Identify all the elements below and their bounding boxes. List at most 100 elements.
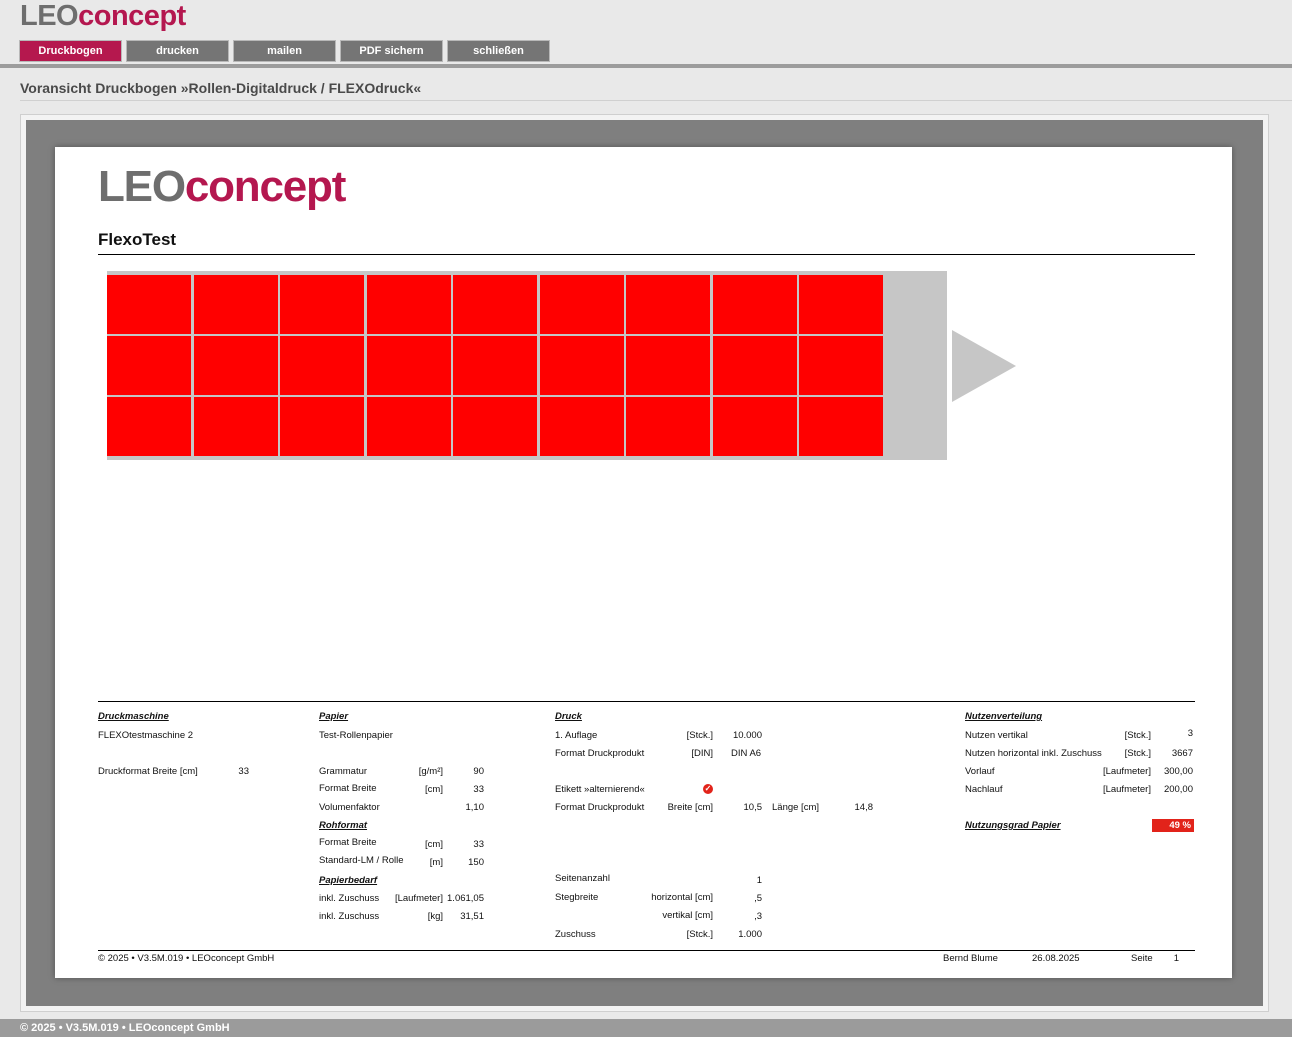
grammatur-unit: [g/m²] — [418, 766, 443, 777]
document-user: Bernd Blume — [943, 953, 998, 964]
vorlauf-value: 300,00 — [1163, 766, 1193, 777]
bedarf-laufmeter-value: 1.061,05 — [447, 893, 484, 904]
roh-format-breite-value: 33 — [473, 839, 484, 850]
seitenanzahl-value: 1 — [756, 875, 762, 886]
steg-horizontal-value: ,5 — [754, 893, 762, 904]
laenge-label: Länge [cm] — [772, 802, 819, 813]
footer-divider — [98, 950, 1195, 951]
section-druck: Druck — [555, 711, 582, 722]
nachlauf-value: 200,00 — [1163, 784, 1193, 795]
nachlauf-label: Nachlauf — [965, 784, 1003, 795]
nutzen-horizontal-label: Nutzen horizontal inkl. Zuschuss — [965, 748, 1102, 759]
label-cell — [193, 275, 278, 334]
bedarf-laufmeter-unit: [Laufmeter] — [394, 893, 443, 904]
label-cell — [107, 275, 191, 334]
label-cell — [366, 275, 451, 334]
roll-sheet-layout — [107, 271, 947, 460]
format2-label: Format Druckprodukt — [555, 802, 645, 813]
volumenfaktor-value: 1,10 — [465, 802, 485, 813]
paper-format-breite-label: Format Breite — [319, 783, 377, 794]
status-bar: © 2025 • V3.5M.019 • LEOconcept GmbH — [0, 1019, 1292, 1037]
title-divider — [20, 100, 1292, 101]
label-cell — [799, 275, 883, 334]
job-title-rule — [98, 254, 1195, 255]
section-papier: Papier — [319, 711, 349, 722]
label-cell — [712, 336, 797, 395]
save-pdf-button[interactable]: PDF sichern — [340, 40, 443, 62]
machine-name: FLEXOtestmaschine 2 — [98, 730, 194, 741]
standard-lm-label: Standard-LM / Rolle — [319, 855, 404, 866]
label-cell — [193, 397, 278, 456]
page-number: 1 — [1173, 953, 1179, 964]
app-logo: LEOconcept — [20, 2, 186, 31]
doc-logo-leo-text: LEO — [98, 162, 186, 211]
bedarf-kg-value: 31,51 — [460, 911, 484, 922]
steg-vertikal-value: ,3 — [754, 911, 762, 922]
header-divider — [0, 64, 1292, 68]
label-cell — [280, 275, 364, 334]
label-cell — [453, 336, 537, 395]
alternating-indicator-icon[interactable]: ✓ — [703, 784, 713, 794]
zuschuss-label: Zuschuss — [555, 929, 596, 940]
roh-format-breite-unit: [cm] — [425, 839, 443, 850]
logo-leo-text: LEO — [20, 0, 79, 32]
standard-lm-unit: [m] — [429, 857, 443, 868]
auflage-label: 1. Auflage — [555, 730, 598, 741]
page-title: Voransicht Druckbogen »Rollen-Digitaldru… — [20, 80, 422, 96]
mail-button[interactable]: mailen — [233, 40, 336, 62]
vorlauf-unit: [Laufmeter] — [1102, 766, 1151, 777]
auflage-value: 10.000 — [732, 730, 762, 741]
nachlauf-unit: [Laufmeter] — [1102, 784, 1151, 795]
label-cell — [626, 397, 710, 456]
print-button[interactable]: drucken — [126, 40, 229, 62]
doc-logo-concept-text: concept — [184, 162, 346, 211]
breite-value: 10,5 — [743, 802, 763, 813]
bedarf-laufmeter-label: inkl. Zuschuss — [319, 893, 380, 904]
app-header: LEOconcept Druckbogen drucken mailen PDF… — [0, 0, 1292, 66]
stegbreite-label: Stegbreite — [555, 892, 599, 903]
label-cell — [453, 397, 537, 456]
paper-format-breite-unit: [cm] — [425, 784, 443, 795]
label-cell — [193, 336, 278, 395]
nutzen-vertikal-value: 3 — [1187, 728, 1193, 739]
section-papierbedarf: Papierbedarf — [319, 875, 378, 886]
document-logo: LEOconcept — [98, 162, 346, 211]
steg-horizontal-label: horizontal [cm] — [651, 892, 713, 903]
label-cell — [107, 397, 191, 456]
etikett-alternierend-label: Etikett »alternierend« — [555, 784, 645, 795]
zuschuss-unit: [Stck.] — [686, 929, 713, 940]
feed-direction-arrow-icon — [952, 330, 1016, 402]
page-label: Seite — [1131, 953, 1153, 964]
standard-lm-value: 150 — [468, 857, 484, 868]
druckbogen-button[interactable]: Druckbogen — [19, 40, 122, 62]
label-cell — [107, 336, 191, 395]
nutzungsgrad-badge: 49 % — [1152, 819, 1194, 832]
bedarf-kg-label: inkl. Zuschuss — [319, 911, 380, 922]
nutzungsgrad-label: Nutzungsgrad Papier — [965, 820, 1061, 831]
format-druckprodukt-label: Format Druckprodukt — [555, 748, 645, 759]
print-sheet-preview[interactable]: LEOconcept FlexoTest Druckmaschine FLEXO… — [55, 147, 1232, 978]
druckformat-breite-value: 33 — [238, 766, 249, 777]
label-cell — [799, 336, 883, 395]
document-date: 26.08.2025 — [1032, 953, 1080, 964]
label-cell — [280, 336, 364, 395]
info-divider — [98, 701, 1195, 702]
label-cell — [453, 275, 537, 334]
job-title: FlexoTest — [98, 230, 177, 249]
seitenanzahl-label: Seitenanzahl — [555, 873, 610, 884]
label-cell — [626, 336, 710, 395]
format-druckprodukt-value: DIN A6 — [731, 748, 762, 759]
logo-concept-text: concept — [78, 0, 186, 32]
label-cell — [799, 397, 883, 456]
label-cell — [280, 397, 364, 456]
auflage-unit: [Stck.] — [686, 730, 713, 741]
nutzen-vertikal-unit: [Stck.] — [1124, 730, 1151, 741]
label-cell — [539, 275, 624, 334]
section-druckmaschine: Druckmaschine — [98, 711, 169, 722]
section-nutzenverteilung: Nutzenverteilung — [965, 711, 1043, 722]
grammatur-label: Grammatur — [319, 766, 368, 777]
close-button[interactable]: schließen — [447, 40, 550, 62]
label-cell — [712, 397, 797, 456]
label-cell — [539, 336, 624, 395]
paper-format-breite-value: 33 — [473, 784, 484, 795]
